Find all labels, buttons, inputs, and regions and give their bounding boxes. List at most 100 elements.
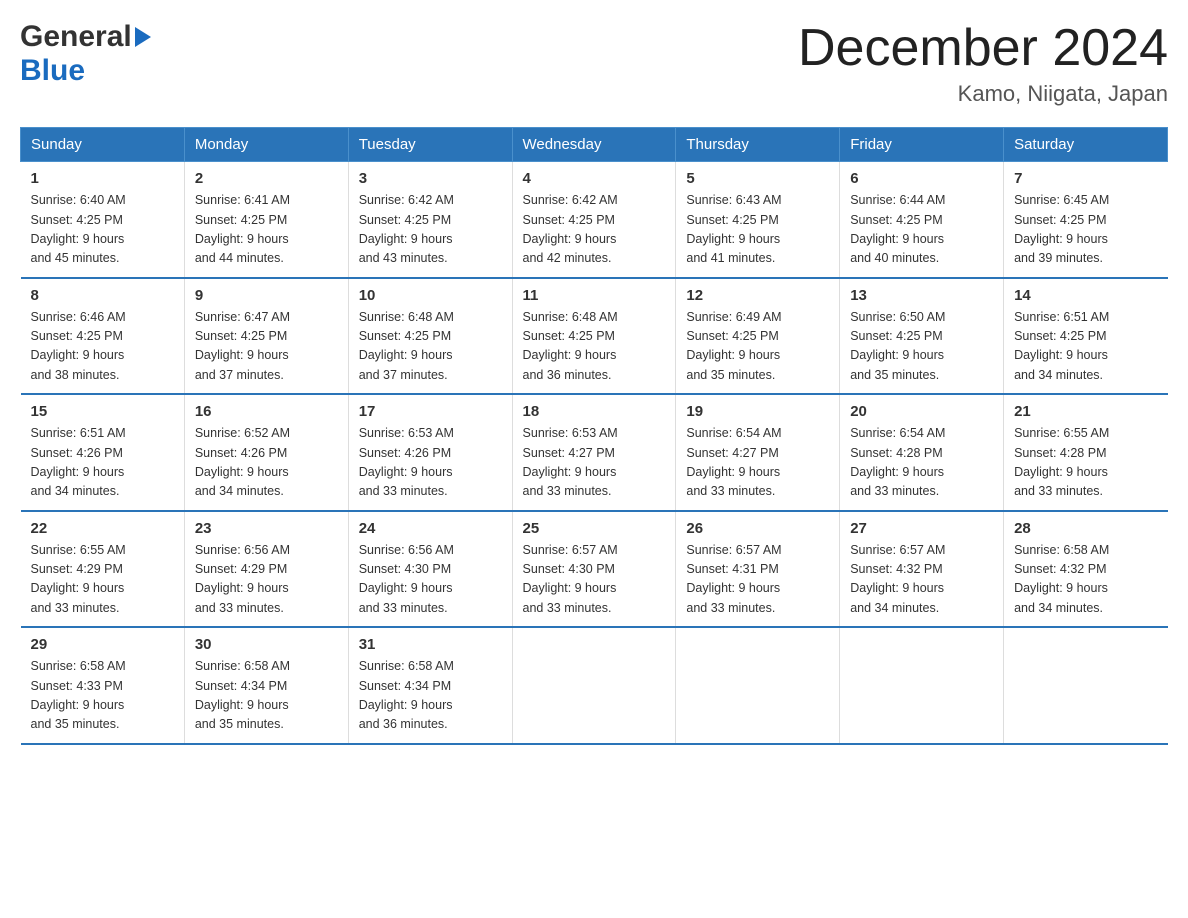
day-number: 1 [31,170,174,187]
day-number: 8 [31,287,174,304]
calendar-week-row: 1Sunrise: 6:40 AMSunset: 4:25 PMDaylight… [21,162,1168,278]
weekday-header-wednesday: Wednesday [512,128,676,162]
day-info: Sunrise: 6:56 AMSunset: 4:30 PMDaylight:… [359,541,502,619]
calendar-week-row: 29 Sunrise: 6:58 AMSunset: 4:33 PMDayligh… [21,627,1168,744]
calendar-cell: 13 Sunrise: 6:50 AMSunset: 4:25 PMDayligh… [840,278,1004,395]
calendar-cell [1004,627,1168,744]
day-number: 15 [31,403,174,420]
day-number: 29 [31,636,174,653]
calendar-cell: 18 Sunrise: 6:53 AMSunset: 4:27 PMDayligh… [512,394,676,511]
logo-general: General [20,20,132,54]
day-info: Sunrise: 6:48 AMSunset: 4:25 PMDaylight:… [359,308,502,386]
calendar-week-row: 22Sunrise: 6:55 AMSunset: 4:29 PMDayligh… [21,511,1168,628]
calendar-cell: 31 Sunrise: 6:58 AMSunset: 4:34 PMDayligh… [348,627,512,744]
day-info: Sunrise: 6:54 AMSunset: 4:27 PMDaylight:… [686,424,829,502]
logo-blue: Blue [20,54,151,88]
day-number: 24 [359,520,502,537]
day-number: 5 [686,170,829,187]
day-info: Sunrise: 6:44 AMSunset: 4:25 PMDaylight:… [850,191,993,269]
calendar-week-row: 8 Sunrise: 6:46 AMSunset: 4:25 PMDaylight… [21,278,1168,395]
day-info: Sunrise: 6:50 AMSunset: 4:25 PMDaylight:… [850,308,993,386]
calendar-cell: 2 Sunrise: 6:41 AMSunset: 4:25 PMDaylight… [184,162,348,278]
calendar-cell: 4Sunrise: 6:42 AMSunset: 4:25 PMDaylight… [512,162,676,278]
calendar-cell: 29 Sunrise: 6:58 AMSunset: 4:33 PMDayligh… [21,627,185,744]
calendar-cell: 19 Sunrise: 6:54 AMSunset: 4:27 PMDayligh… [676,394,840,511]
day-number: 18 [523,403,666,420]
calendar-cell: 9 Sunrise: 6:47 AMSunset: 4:25 PMDaylight… [184,278,348,395]
day-info: Sunrise: 6:55 AMSunset: 4:29 PMDaylight:… [31,541,174,619]
calendar-cell: 15 Sunrise: 6:51 AMSunset: 4:26 PMDayligh… [21,394,185,511]
calendar-cell: 8 Sunrise: 6:46 AMSunset: 4:25 PMDaylight… [21,278,185,395]
calendar-cell: 23 Sunrise: 6:56 AMSunset: 4:29 PMDayligh… [184,511,348,628]
day-number: 23 [195,520,338,537]
calendar-cell: 27 Sunrise: 6:57 AMSunset: 4:32 PMDayligh… [840,511,1004,628]
day-info: Sunrise: 6:53 AMSunset: 4:26 PMDaylight:… [359,424,502,502]
day-number: 9 [195,287,338,304]
day-info: Sunrise: 6:41 AMSunset: 4:25 PMDaylight:… [195,191,338,269]
day-number: 27 [850,520,993,537]
page-header: General Blue December 2024 Kamo, Niigata… [20,20,1168,107]
day-info: Sunrise: 6:45 AMSunset: 4:25 PMDaylight:… [1014,191,1157,269]
day-info: Sunrise: 6:57 AMSunset: 4:30 PMDaylight:… [523,541,666,619]
day-number: 20 [850,403,993,420]
calendar-subtitle: Kamo, Niigata, Japan [798,81,1168,107]
day-info: Sunrise: 6:49 AMSunset: 4:25 PMDaylight:… [686,308,829,386]
day-number: 28 [1014,520,1157,537]
calendar-cell: 26 Sunrise: 6:57 AMSunset: 4:31 PMDayligh… [676,511,840,628]
day-number: 11 [523,287,666,304]
weekday-header-tuesday: Tuesday [348,128,512,162]
calendar-cell: 12Sunrise: 6:49 AMSunset: 4:25 PMDayligh… [676,278,840,395]
day-info: Sunrise: 6:58 AMSunset: 4:34 PMDaylight:… [359,657,502,735]
calendar-cell: 5 Sunrise: 6:43 AMSunset: 4:25 PMDaylight… [676,162,840,278]
day-info: Sunrise: 6:57 AMSunset: 4:32 PMDaylight:… [850,541,993,619]
weekday-header-row: SundayMondayTuesdayWednesdayThursdayFrid… [21,128,1168,162]
calendar-cell: 22Sunrise: 6:55 AMSunset: 4:29 PMDayligh… [21,511,185,628]
day-info: Sunrise: 6:53 AMSunset: 4:27 PMDaylight:… [523,424,666,502]
logo-arrow-icon [135,27,151,47]
calendar-cell [676,627,840,744]
calendar-week-row: 15 Sunrise: 6:51 AMSunset: 4:26 PMDayligh… [21,394,1168,511]
day-info: Sunrise: 6:58 AMSunset: 4:33 PMDaylight:… [31,657,174,735]
calendar-cell: 7 Sunrise: 6:45 AMSunset: 4:25 PMDaylight… [1004,162,1168,278]
calendar-cell: 16Sunrise: 6:52 AMSunset: 4:26 PMDayligh… [184,394,348,511]
day-number: 17 [359,403,502,420]
day-number: 13 [850,287,993,304]
calendar-cell: 11 Sunrise: 6:48 AMSunset: 4:25 PMDayligh… [512,278,676,395]
day-info: Sunrise: 6:56 AMSunset: 4:29 PMDaylight:… [195,541,338,619]
weekday-header-saturday: Saturday [1004,128,1168,162]
calendar-table: SundayMondayTuesdayWednesdayThursdayFrid… [20,127,1168,745]
day-info: Sunrise: 6:54 AMSunset: 4:28 PMDaylight:… [850,424,993,502]
day-number: 30 [195,636,338,653]
day-number: 19 [686,403,829,420]
calendar-cell: 20 Sunrise: 6:54 AMSunset: 4:28 PMDayligh… [840,394,1004,511]
weekday-header-friday: Friday [840,128,1004,162]
day-info: Sunrise: 6:55 AMSunset: 4:28 PMDaylight:… [1014,424,1157,502]
day-number: 26 [686,520,829,537]
day-number: 10 [359,287,502,304]
day-info: Sunrise: 6:47 AMSunset: 4:25 PMDaylight:… [195,308,338,386]
day-info: Sunrise: 6:51 AMSunset: 4:26 PMDaylight:… [31,424,174,502]
day-info: Sunrise: 6:51 AMSunset: 4:25 PMDaylight:… [1014,308,1157,386]
day-info: Sunrise: 6:43 AMSunset: 4:25 PMDaylight:… [686,191,829,269]
weekday-header-sunday: Sunday [21,128,185,162]
day-info: Sunrise: 6:48 AMSunset: 4:25 PMDaylight:… [523,308,666,386]
day-number: 16 [195,403,338,420]
calendar-cell: 10 Sunrise: 6:48 AMSunset: 4:25 PMDayligh… [348,278,512,395]
calendar-title: December 2024 [798,20,1168,77]
weekday-header-thursday: Thursday [676,128,840,162]
day-info: Sunrise: 6:57 AMSunset: 4:31 PMDaylight:… [686,541,829,619]
calendar-cell: 1Sunrise: 6:40 AMSunset: 4:25 PMDaylight… [21,162,185,278]
day-number: 2 [195,170,338,187]
calendar-cell: 28Sunrise: 6:58 AMSunset: 4:32 PMDayligh… [1004,511,1168,628]
day-number: 7 [1014,170,1157,187]
weekday-header-monday: Monday [184,128,348,162]
calendar-cell [840,627,1004,744]
calendar-cell: 17 Sunrise: 6:53 AMSunset: 4:26 PMDayligh… [348,394,512,511]
day-info: Sunrise: 6:42 AMSunset: 4:25 PMDaylight:… [359,191,502,269]
day-number: 31 [359,636,502,653]
calendar-cell: 25Sunrise: 6:57 AMSunset: 4:30 PMDayligh… [512,511,676,628]
title-block: December 2024 Kamo, Niigata, Japan [798,20,1168,107]
day-info: Sunrise: 6:46 AMSunset: 4:25 PMDaylight:… [31,308,174,386]
logo: General Blue [20,20,151,88]
day-info: Sunrise: 6:58 AMSunset: 4:34 PMDaylight:… [195,657,338,735]
